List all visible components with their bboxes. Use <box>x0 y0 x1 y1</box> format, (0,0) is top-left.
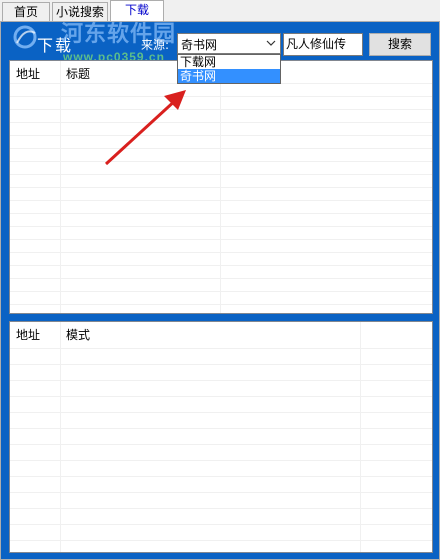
watermark-logo-icon <box>13 25 37 49</box>
grid-row-line <box>10 291 432 292</box>
column-header-address[interactable]: 地址 <box>16 65 40 82</box>
column-divider <box>60 322 61 552</box>
grid-row-line <box>10 252 432 253</box>
grid-row-line <box>10 226 432 227</box>
grid-row-line <box>10 161 432 162</box>
download-task-grid[interactable]: 地址 模式 <box>9 321 433 553</box>
grid-row-line <box>10 278 432 279</box>
download-page: 下载 河东软件园 www.pc0359.cn 来源: 奇书网 下载网 奇书网 凡… <box>0 21 440 560</box>
keyword-input[interactable]: 凡人修仙传 <box>283 33 363 56</box>
search-button[interactable]: 搜索 <box>369 33 431 56</box>
grid-row-line <box>10 460 432 461</box>
grid-row-line <box>10 148 432 149</box>
grid-row-line <box>10 380 432 381</box>
grid-row-line <box>10 200 432 201</box>
grid-row-line <box>10 348 432 349</box>
chevron-down-icon <box>266 40 276 46</box>
grid-row-line <box>10 396 432 397</box>
grid-row-line <box>10 174 432 175</box>
grid-row-line <box>10 492 432 493</box>
column-header-address[interactable]: 地址 <box>16 326 40 343</box>
grid-row-line <box>10 239 432 240</box>
column-header-mode[interactable]: 模式 <box>66 326 90 343</box>
grid-row-line <box>10 213 432 214</box>
grid-row-line <box>10 364 432 365</box>
source-select[interactable]: 奇书网 <box>177 33 281 54</box>
source-label: 来源: <box>141 38 170 52</box>
grid-row-line <box>10 135 432 136</box>
grid-row-line <box>10 265 432 266</box>
red-arrow-annotation-icon <box>104 90 186 166</box>
grid-row-line <box>10 109 432 110</box>
source-option-xiazaiwang[interactable]: 下载网 <box>178 55 280 69</box>
source-dropdown-list: 下载网 奇书网 <box>177 54 281 84</box>
grid-row-line <box>10 96 432 97</box>
grid-row-line <box>10 428 432 429</box>
grid-row-line <box>10 122 432 123</box>
source-select-value: 奇书网 <box>181 38 218 52</box>
grid-row-line <box>10 187 432 188</box>
grid-row-line <box>10 304 432 305</box>
column-header-title[interactable]: 标题 <box>66 65 90 82</box>
grid-row-line <box>10 524 432 525</box>
grid-row-line <box>10 476 432 477</box>
grid-row-line <box>10 540 432 541</box>
result-grid[interactable]: 地址 标题 <box>9 60 433 314</box>
grid-row-line <box>10 508 432 509</box>
column-divider <box>360 322 361 552</box>
grid-row-line <box>10 412 432 413</box>
tab-home[interactable]: 首页 <box>2 2 50 22</box>
source-option-qishuwang[interactable]: 奇书网 <box>178 69 280 83</box>
grid-row-line <box>10 444 432 445</box>
